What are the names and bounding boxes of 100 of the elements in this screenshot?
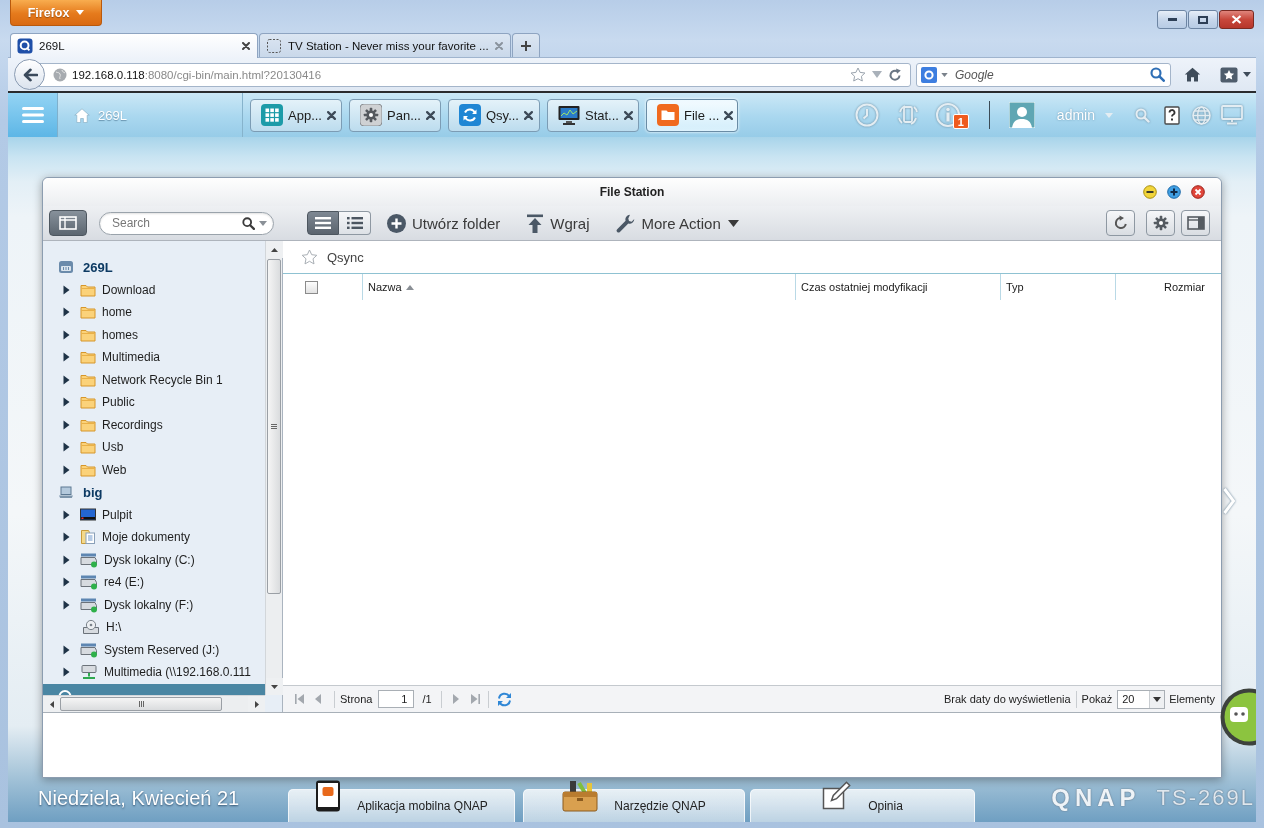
- toolbar-button[interactable]: Utwórz folder: [387, 213, 501, 233]
- vertical-scrollbar[interactable]: [265, 241, 282, 695]
- minimize-button[interactable]: [1143, 185, 1157, 199]
- dock-tab[interactable]: Aplikacja mobilna QNAP: [288, 780, 515, 822]
- search-field[interactable]: Google: [916, 62, 1171, 87]
- expand-arrow-icon[interactable]: [63, 419, 70, 430]
- expand-arrow-icon[interactable]: [63, 667, 70, 678]
- expand-arrow-icon[interactable]: [63, 307, 70, 318]
- view-mode-button[interactable]: [339, 211, 371, 235]
- scroll-thumb[interactable]: [60, 697, 222, 711]
- tree-item[interactable]: re4 (E:): [43, 571, 265, 594]
- dock-tab[interactable]: Narzędzie QNAP: [523, 780, 745, 822]
- help-icon[interactable]: [1164, 105, 1180, 125]
- tree-item[interactable]: 269L: [43, 256, 265, 279]
- maximize-button[interactable]: [1167, 185, 1181, 199]
- tree-item[interactable]: Multimedia: [43, 346, 265, 369]
- expand-arrow-icon[interactable]: [63, 532, 70, 543]
- expand-arrow-icon[interactable]: [63, 644, 70, 655]
- right-arrow-icon: [254, 700, 259, 708]
- close-icon[interactable]: [425, 110, 435, 120]
- up-arrow-icon: [271, 247, 278, 252]
- maximize-button[interactable]: [1188, 10, 1218, 29]
- gear-icon: [360, 104, 382, 126]
- close-icon[interactable]: [326, 110, 336, 120]
- tree-item[interactable]: big: [43, 481, 265, 504]
- app-tab[interactable]: Stat...: [547, 98, 639, 132]
- close-icon[interactable]: [724, 110, 734, 120]
- search-field[interactable]: Search: [99, 211, 274, 235]
- tree-item[interactable]: Moje dokumenty: [43, 526, 265, 549]
- select-all-checkbox[interactable]: [305, 280, 318, 294]
- minimize-button[interactable]: [1157, 10, 1187, 29]
- tree-item[interactable]: home: [43, 301, 265, 324]
- close-icon[interactable]: [623, 110, 633, 120]
- home-icon: [1184, 67, 1201, 82]
- expand-arrow-icon[interactable]: [63, 577, 70, 588]
- star-icon[interactable]: [850, 66, 866, 83]
- refresh-button[interactable]: [1106, 210, 1135, 236]
- tree-item[interactable]: Dysk lokalny (F:): [43, 593, 265, 616]
- new-tab-button[interactable]: [511, 33, 540, 57]
- toolbar-button[interactable]: Wgraj: [526, 213, 590, 233]
- star-icon[interactable]: [301, 248, 318, 266]
- close-icon[interactable]: [524, 110, 533, 120]
- page-size-select[interactable]: 20: [1117, 689, 1166, 709]
- horizontal-scrollbar[interactable]: [43, 695, 265, 712]
- sidebar-toggle-button[interactable]: [49, 210, 87, 236]
- tree-item[interactable]: Network Recycle Bin 1: [43, 368, 265, 391]
- reload-icon[interactable]: [888, 67, 902, 82]
- column-header[interactable]: Rozmiar: [1115, 274, 1221, 300]
- tree-item[interactable]: Multimedia (\\192.168.0.111: [43, 661, 265, 684]
- expand-arrow-icon[interactable]: [63, 599, 70, 610]
- expand-arrow-icon[interactable]: [63, 329, 70, 340]
- home-button[interactable]: [1184, 67, 1201, 82]
- column-header[interactable]: Typ: [1000, 274, 1115, 300]
- notification-badge: 1: [952, 114, 969, 129]
- close-icon[interactable]: [242, 42, 250, 50]
- browser-tab[interactable]: 269L: [10, 33, 258, 58]
- caret-icon: [1243, 72, 1251, 77]
- address-field[interactable]: 192.168.0.118:8080/cgi-bin/main.html?20130416: [37, 62, 911, 87]
- app-tab[interactable]: App...: [250, 98, 342, 132]
- first-page-icon: [295, 694, 304, 704]
- tree-item[interactable]: Recordings: [43, 413, 265, 436]
- toolbar-button[interactable]: More Action: [615, 213, 739, 233]
- expand-arrow-icon[interactable]: [63, 284, 70, 295]
- expand-arrow-icon[interactable]: [63, 464, 70, 475]
- close-button[interactable]: [1191, 185, 1205, 199]
- grip-icon: [138, 701, 144, 707]
- expand-arrow-icon[interactable]: [63, 442, 70, 453]
- refresh-button[interactable]: [496, 691, 512, 707]
- expand-arrow-icon[interactable]: [63, 352, 70, 363]
- dock-tab[interactable]: Opinia: [750, 780, 975, 822]
- column-header[interactable]: Nazwa: [362, 274, 795, 300]
- app-tab[interactable]: Qsy...: [448, 98, 540, 132]
- expand-arrow-icon[interactable]: [63, 554, 70, 565]
- back-button[interactable]: [14, 59, 45, 90]
- tree-item[interactable]: homes: [43, 323, 265, 346]
- expand-arrow-icon[interactable]: [63, 509, 70, 520]
- app-tab[interactable]: File ...: [646, 98, 738, 132]
- scroll-thumb[interactable]: [267, 259, 281, 594]
- close-button[interactable]: [1219, 10, 1254, 29]
- layout-button[interactable]: [1181, 210, 1210, 236]
- app-tab[interactable]: Pan...: [349, 98, 441, 132]
- tree-item[interactable]: Download: [43, 278, 265, 301]
- expand-arrow-icon[interactable]: [63, 374, 70, 385]
- expand-arrow-icon[interactable]: [63, 397, 70, 408]
- bookmarks-button[interactable]: [1220, 66, 1251, 83]
- tree-item[interactable]: Public: [43, 391, 265, 414]
- column-header[interactable]: Czas ostatniej modyfikacji: [795, 274, 1000, 300]
- drive-icon: [80, 551, 98, 568]
- tree-item[interactable]: Dysk lokalny (C:): [43, 548, 265, 571]
- view-mode-button[interactable]: [307, 211, 339, 235]
- tree-item[interactable]: Web: [43, 458, 265, 481]
- ring-icon: [58, 687, 72, 695]
- tree-item[interactable]: Usb: [43, 436, 265, 459]
- settings-button[interactable]: [1146, 210, 1175, 236]
- tree-item[interactable]: Pulpit: [43, 503, 265, 526]
- maximize-icon: [1198, 15, 1208, 24]
- browser-tab[interactable]: TV Station - Never miss your favorite ...: [259, 33, 511, 57]
- page-field[interactable]: 1: [378, 690, 415, 708]
- tree-item[interactable]: System Reserved (J:): [43, 638, 265, 661]
- tree-item[interactable]: H:\: [43, 616, 265, 639]
